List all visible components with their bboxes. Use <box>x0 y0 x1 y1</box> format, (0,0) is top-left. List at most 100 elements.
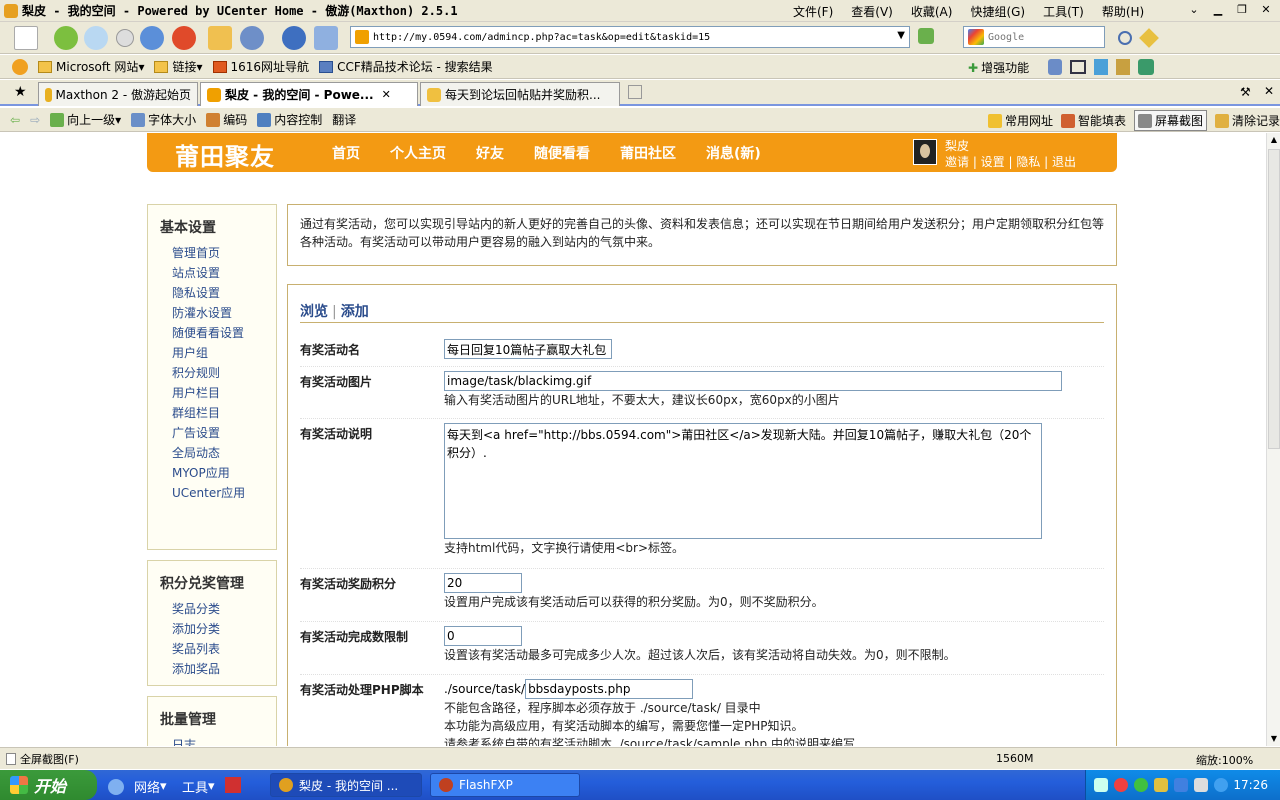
clear-history-button[interactable]: 清除记录 <box>1214 110 1280 131</box>
close-icon[interactable]: ✕ <box>1264 84 1274 98</box>
sidebar-item[interactable]: MYOP应用 <box>172 463 276 483</box>
restore-icon[interactable]: ❐ <box>1232 2 1252 18</box>
close-icon[interactable]: ✕ <box>1256 2 1276 18</box>
nav-friends[interactable]: 好友 <box>476 143 504 163</box>
font-size-button[interactable]: 字体大小 <box>131 111 196 128</box>
sidebar-item[interactable]: 添加奖品 <box>172 659 276 679</box>
tray-display-icon[interactable] <box>1174 778 1188 792</box>
task-name-input[interactable] <box>444 339 612 359</box>
address-bar[interactable]: http://my.0594.com/admincp.php?ac=task&o… <box>350 26 910 48</box>
address-url[interactable]: http://my.0594.com/admincp.php?ac=task&o… <box>373 32 710 43</box>
fav-item-microsoft[interactable]: Microsoft 网站 ▾ <box>38 58 144 75</box>
go-icon[interactable] <box>918 28 934 44</box>
menu-view[interactable]: 查看(V) <box>851 3 893 20</box>
menu-favorites[interactable]: 收藏(A) <box>911 3 953 20</box>
tab-browse[interactable]: 浏览 <box>300 304 328 320</box>
forward-icon[interactable] <box>84 26 108 50</box>
search-input[interactable] <box>988 31 1088 43</box>
plugin-icon[interactable] <box>1048 59 1062 75</box>
quicklaunch-tools[interactable]: 工具 ▾ <box>182 777 215 796</box>
sidebar-item[interactable]: 群组栏目 <box>172 403 276 423</box>
scroll-thumb[interactable] <box>1268 149 1280 449</box>
back-small-icon[interactable]: ⇦ <box>10 113 20 127</box>
undo-close-icon[interactable] <box>240 26 264 50</box>
refresh-icon[interactable] <box>140 26 164 50</box>
task-limit-input[interactable] <box>444 626 522 646</box>
smart-fill-button[interactable]: 智能填表 <box>1060 110 1126 131</box>
menu-tools[interactable]: 工具(T) <box>1043 3 1084 20</box>
sidebar-item[interactable]: 积分规则 <box>172 363 276 383</box>
memory-indicator[interactable]: 1560M <box>996 752 1034 765</box>
search-box[interactable] <box>963 26 1105 48</box>
gear-icon[interactable] <box>1138 59 1154 75</box>
page-scrollbar[interactable]: ▲ ▼ <box>1266 133 1280 746</box>
tab-maxthon-start[interactable]: Maxthon 2 - 傲游起始页 <box>38 82 198 106</box>
task-reward-input[interactable] <box>444 573 522 593</box>
new-tab-icon[interactable] <box>628 85 642 99</box>
clock[interactable]: 17:26 <box>1233 778 1268 792</box>
favorites-heart-icon[interactable] <box>12 58 28 75</box>
nav-messages[interactable]: 消息(新) <box>706 143 761 163</box>
task-script-input[interactable] <box>525 679 694 699</box>
scroll-down-icon[interactable]: ▼ <box>1267 732 1280 746</box>
wrench-icon[interactable]: ⚒ <box>1240 85 1251 99</box>
content-control-button[interactable]: 内容控制 <box>257 111 322 128</box>
minimize-icon[interactable]: ▁ <box>1208 2 1228 18</box>
translate-button[interactable]: 翻译 <box>332 111 356 128</box>
sidebar-item[interactable]: 奖品分类 <box>172 599 276 619</box>
scroll-up-icon[interactable]: ▲ <box>1267 133 1280 147</box>
task-description-textarea[interactable]: 每天到<a href="http://bbs.0594.com">莆田社区</a… <box>444 423 1042 539</box>
common-sites-button[interactable]: 常用网址 <box>987 110 1053 131</box>
sidebar-item[interactable]: 站点设置 <box>172 263 276 283</box>
menu-file[interactable]: 文件(F) <box>793 3 833 20</box>
sidebar-item[interactable]: 日志 <box>172 735 276 746</box>
tab-my-space[interactable]: 梨皮 - 我的空间 - Powe... ✕ <box>200 82 418 106</box>
up-level-button[interactable]: 向上一级 ▾ <box>50 111 121 128</box>
nav-home[interactable]: 首页 <box>332 143 360 163</box>
user-links[interactable]: 邀请 | 设置 | 隐私 | 退出 <box>945 153 1076 170</box>
menu-help[interactable]: 帮助(H) <box>1102 3 1144 20</box>
bag-icon[interactable] <box>1116 59 1130 75</box>
fav-item-ccf[interactable]: CCF精品技术论坛 - 搜索结果 <box>319 58 493 75</box>
history-dropdown-icon[interactable] <box>116 29 134 47</box>
back-icon[interactable] <box>54 26 78 50</box>
encoding-button[interactable]: 编码 <box>206 111 247 128</box>
zoom-indicator[interactable]: 缩放:100% <box>1196 752 1253 768</box>
clock-icon[interactable] <box>282 26 306 50</box>
stop-icon[interactable] <box>172 26 196 50</box>
site-logo[interactable]: 莆田聚友 <box>175 137 275 172</box>
sidebar-item[interactable]: 随便看看设置 <box>172 323 276 343</box>
new-page-icon[interactable] <box>14 26 38 50</box>
username[interactable]: 梨皮 <box>945 137 969 154</box>
task-image-input[interactable] <box>444 371 1062 391</box>
star-icon[interactable]: ★ <box>14 84 27 100</box>
search-icon[interactable] <box>1118 31 1132 45</box>
sidebar-item[interactable]: 添加分类 <box>172 619 276 639</box>
sidebar-item[interactable]: 用户栏目 <box>172 383 276 403</box>
sidebar-item[interactable]: 隐私设置 <box>172 283 276 303</box>
chevron-down-icon[interactable]: ▼ <box>897 30 905 41</box>
tray-volume-icon[interactable] <box>1194 778 1208 792</box>
sidebar-item[interactable]: 奖品列表 <box>172 639 276 659</box>
forward-small-icon[interactable]: ⇨ <box>30 113 40 127</box>
fav-item-1616[interactable]: 1616网址导航 <box>212 58 309 75</box>
sidebar-item[interactable]: UCenter应用 <box>172 483 276 503</box>
tab-add[interactable]: 添加 <box>341 304 369 320</box>
quicklaunch-app[interactable] <box>225 777 241 793</box>
avatar[interactable] <box>913 139 937 165</box>
tray-qq-icon[interactable] <box>1134 778 1148 792</box>
tray-antivirus-icon[interactable] <box>1114 778 1128 792</box>
window-icon[interactable] <box>1070 60 1086 74</box>
note-icon[interactable] <box>1094 59 1108 75</box>
taskbar-item-browser[interactable]: 梨皮 - 我的空间 ... <box>270 773 422 797</box>
screen-icon[interactable] <box>314 26 338 50</box>
sidebar-item[interactable]: 管理首页 <box>172 243 276 263</box>
nav-browse[interactable]: 随便看看 <box>534 143 590 163</box>
close-icon[interactable]: ✕ <box>382 88 391 101</box>
nav-community[interactable]: 莆田社区 <box>620 143 676 163</box>
sidebar-item[interactable]: 全局动态 <box>172 443 276 463</box>
tray-network-icon[interactable] <box>1094 778 1108 792</box>
quicklaunch-network[interactable]: 网络 ▾ <box>108 777 167 796</box>
nav-personal[interactable]: 个人主页 <box>390 143 446 163</box>
tab-forum-task[interactable]: 每天到论坛回帖贴并奖励积... <box>420 82 620 106</box>
